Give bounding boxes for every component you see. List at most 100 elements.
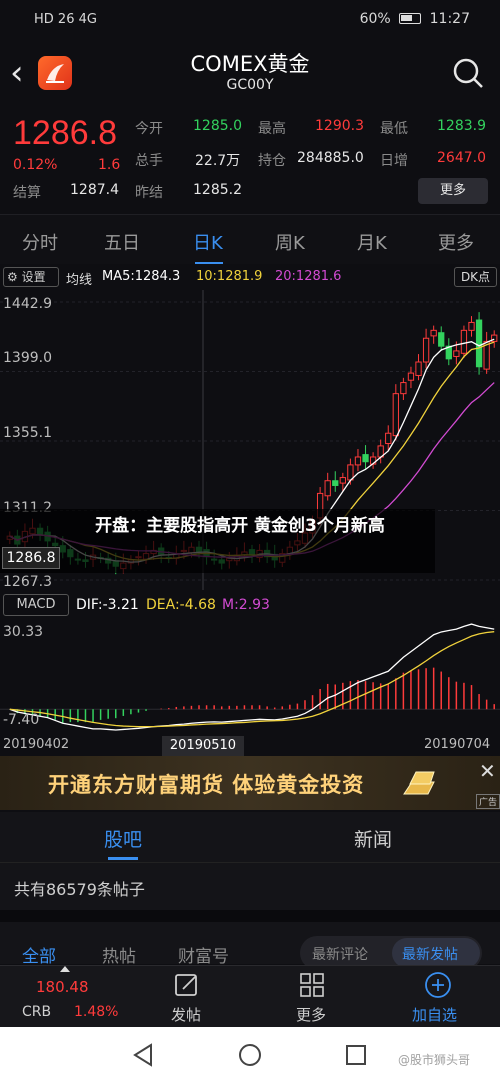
back-icon[interactable]: ‹ — [10, 54, 38, 92]
y-tick-label: 1399.0 — [3, 350, 52, 366]
change-percent: 0.12% — [13, 157, 58, 173]
search-icon[interactable] — [451, 56, 485, 90]
watermark: @股市狮头哥 — [398, 1053, 471, 1067]
open-interest-value: 284885.0 — [297, 150, 364, 166]
macd-indicator-button[interactable]: MACD — [3, 594, 69, 616]
sort-latest-comment[interactable]: 最新评论 — [312, 944, 368, 964]
tab-five-day[interactable]: 五日 — [104, 229, 140, 255]
ad-banner[interactable]: 开通东方财富期货 体验黄金投资 ✕ 广告 — [0, 756, 500, 810]
crb-percent: 1.48% — [74, 1004, 119, 1020]
candle-body — [415, 361, 422, 376]
candle-body — [468, 321, 475, 331]
settle-value: 1287.4 — [70, 182, 119, 198]
tab-more[interactable]: 更多 — [438, 229, 474, 255]
ma20-value: 20:1281.6 — [275, 269, 342, 284]
ad-text: 开通东方财富期货 体验黄金投资 — [48, 773, 365, 797]
clock: 11:27 — [429, 11, 470, 27]
gear-icon: ⚙ — [7, 270, 18, 284]
daily-increase-label: 日增 — [380, 153, 408, 169]
nav-recents-icon[interactable] — [345, 1044, 367, 1070]
macd-dea-line — [9, 631, 495, 728]
last-price: 1286.8 — [13, 114, 117, 152]
candle-body — [339, 477, 346, 484]
date-start: 20190402 — [3, 737, 70, 752]
candle-body — [460, 329, 468, 354]
tab-intraday[interactable]: 分时 — [22, 229, 58, 255]
post-filter-bar: 全部 热帖 财富号 最新评论 最新发帖 — [0, 922, 500, 970]
tab-monthly-k[interactable]: 月K — [357, 229, 387, 255]
crb-label[interactable]: CRB — [22, 1004, 51, 1020]
ad-tag: 广告 — [476, 794, 500, 809]
open-value: 1285.0 — [193, 118, 242, 134]
instrument-code: GC00Y — [226, 77, 274, 93]
chart-toolbar: ⚙ 设置 均线 MA5:1284.3 10:1281.9 20:1281.6 D… — [0, 264, 500, 290]
macd-plot — [0, 623, 500, 731]
post-button-label[interactable]: 发帖 — [171, 1004, 201, 1025]
filter-all[interactable]: 全部 — [22, 942, 56, 967]
candle-body — [392, 393, 399, 437]
dk-point-button[interactable]: DK点 — [454, 267, 497, 287]
tab-guba[interactable]: 股吧 — [104, 825, 142, 852]
volume-label: 总手 — [135, 153, 163, 169]
tab-daily-k[interactable]: 日K — [193, 229, 223, 255]
candle-body — [453, 350, 460, 357]
grid-more-icon[interactable] — [299, 972, 325, 998]
more-button-label[interactable]: 更多 — [296, 1004, 326, 1025]
period-tabs: 分时 五日 日K 周K 月K 更多 — [0, 214, 500, 265]
close-icon[interactable]: ✕ — [479, 759, 496, 783]
chart-settings-button[interactable]: ⚙ 设置 — [3, 267, 59, 287]
page-title: COMEX黄金 — [190, 52, 310, 76]
tab-news[interactable]: 新闻 — [354, 825, 392, 852]
community-tabs: 股吧 新闻 — [0, 812, 500, 862]
bottom-action-bar: 180.48 CRB 1.48% 发帖 更多 加自选 — [0, 965, 500, 1027]
candle-body — [362, 454, 369, 463]
ma10-value: 10:1281.9 — [196, 269, 263, 284]
status-bar: HD 26 4G 60% 11:27 — [0, 0, 500, 40]
candle-body — [407, 372, 415, 381]
add-watchlist-icon[interactable] — [424, 971, 452, 999]
open-interest-label: 持仓 — [258, 153, 286, 169]
nav-home-icon[interactable] — [238, 1043, 262, 1071]
prev-settle-label: 昨结 — [135, 185, 163, 201]
ma5-value: MA5:1284.3 — [102, 269, 181, 284]
post-count: 共有86579条帖子 — [0, 862, 500, 910]
settle-label: 结算 — [13, 185, 41, 201]
y-tick-label: 1442.9 — [3, 296, 52, 312]
edit-post-icon[interactable] — [174, 972, 200, 998]
app-header: ‹ COMEX黄金 GC00Y — [0, 40, 500, 108]
active-subtab-indicator — [108, 857, 138, 860]
filter-hot[interactable]: 热帖 — [102, 942, 136, 967]
news-banner-text[interactable]: 开盘：主要股指高开 黄金创3个月新高 — [60, 514, 420, 538]
gold-bar-icon — [400, 764, 440, 802]
crb-value: 180.48 — [36, 978, 89, 996]
macd-m-value: M:2.93 — [222, 597, 270, 613]
candle-body — [324, 480, 331, 497]
candle-body — [430, 329, 437, 337]
candle-body — [422, 337, 430, 363]
settings-label: 设置 — [21, 270, 46, 284]
quote-panel: 1286.8 0.12% 1.6 结算 1287.4 今开 1285.0 最高 … — [0, 110, 500, 210]
more-quote-button[interactable]: 更多 — [418, 178, 488, 204]
candle-body — [354, 456, 362, 466]
volume-value: 22.7万 — [195, 153, 241, 169]
filter-wealth[interactable]: 财富号 — [178, 942, 229, 967]
candle-body — [385, 432, 392, 445]
low-value: 1283.9 — [437, 118, 486, 134]
kline-chart-area[interactable]: ⚙ 设置 均线 MA5:1284.3 10:1281.9 20:1281.6 D… — [0, 264, 500, 756]
daily-increase-value: 2647.0 — [437, 150, 486, 166]
add-watchlist-label[interactable]: 加自选 — [412, 1004, 457, 1025]
macd-top-label: 30.33 — [3, 624, 44, 640]
sort-latest-post[interactable]: 最新发帖 — [402, 944, 458, 964]
open-label: 今开 — [135, 121, 163, 137]
candle-body — [400, 382, 407, 395]
macd-dea-value: DEA:-4.68 — [146, 597, 216, 613]
macd-dif-line — [9, 623, 495, 731]
network-indicators: HD 26 4G — [34, 12, 97, 27]
tab-weekly-k[interactable]: 周K — [275, 229, 305, 255]
y-tick-label: 1355.1 — [3, 425, 52, 441]
low-label: 最低 — [380, 121, 408, 137]
macd-bottom-label: -7.40 — [3, 712, 40, 728]
y-tick-label: 1267.3 — [3, 574, 52, 590]
nav-back-icon[interactable] — [132, 1043, 154, 1071]
candle-body — [438, 332, 445, 347]
